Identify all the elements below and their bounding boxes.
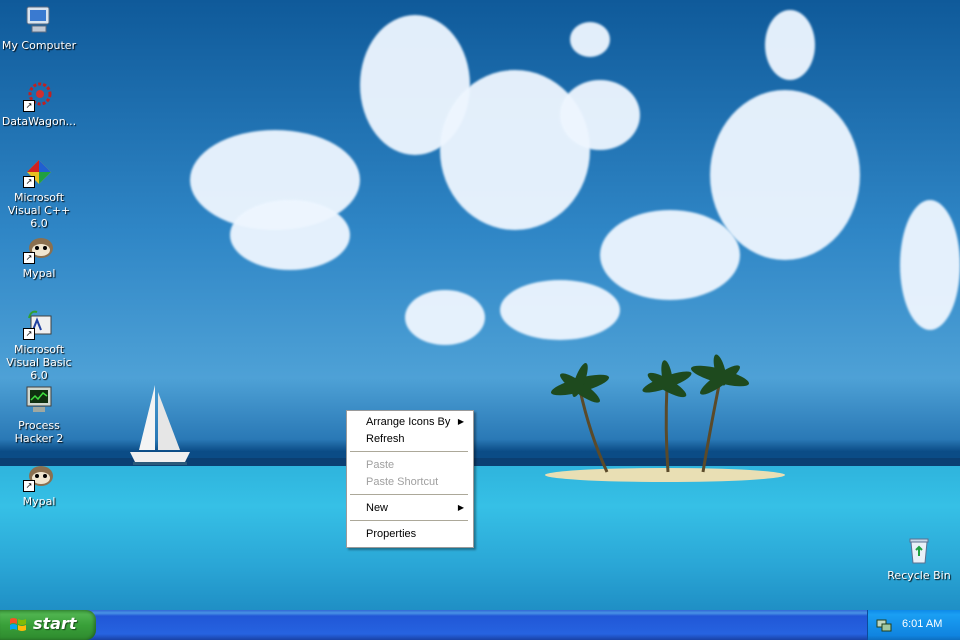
- wallpaper-cloud: [710, 90, 860, 260]
- menu-separator: [350, 520, 468, 521]
- desktop-icon-process-hacker[interactable]: Process Hacker 2: [0, 384, 78, 445]
- desktop-icon-label: DataWagon...: [1, 115, 77, 128]
- desktop-icon-label: Recycle Bin: [887, 569, 951, 582]
- wallpaper-sailboat: [130, 385, 190, 465]
- desktop[interactable]: My Computer ↗ DataWagon... ↗ Microsoft V…: [0, 0, 960, 610]
- menu-item-label: Properties: [366, 528, 417, 540]
- wallpaper-cloud: [560, 80, 640, 150]
- menu-item-label: Refresh: [366, 433, 405, 445]
- menu-item-label: Paste: [366, 459, 395, 471]
- process-hacker-icon: [23, 384, 55, 416]
- shortcut-arrow-icon: ↗: [23, 252, 35, 264]
- taskbar[interactable]: start 6:01 AM: [0, 610, 960, 640]
- menu-item-refresh[interactable]: Refresh: [349, 431, 469, 448]
- menu-item-properties[interactable]: Properties: [349, 526, 469, 543]
- wallpaper-palm-trees: [550, 354, 750, 473]
- network-tray-icon[interactable]: [876, 617, 892, 633]
- wallpaper-cloud: [900, 200, 960, 330]
- desktop-icon-my-computer[interactable]: My Computer: [0, 4, 78, 52]
- menu-item-paste-shortcut[interactable]: Paste Shortcut: [349, 474, 469, 491]
- menu-separator: [350, 451, 468, 452]
- recycle-bin-icon: [903, 534, 935, 566]
- system-tray: 6:01 AM: [867, 610, 960, 640]
- my-computer-icon: [23, 4, 55, 36]
- wallpaper-cloud: [500, 280, 620, 340]
- desktop-icon-visual-basic[interactable]: ↗ Microsoft Visual Basic 6.0: [0, 308, 78, 382]
- datawagon-icon: ↗: [23, 80, 55, 112]
- wallpaper-cloud: [570, 22, 610, 57]
- desktop-icon-label: Mypal: [22, 267, 56, 280]
- wallpaper-cloud: [405, 290, 485, 345]
- mypal-icon: ↗: [23, 460, 55, 492]
- menu-item-paste[interactable]: Paste: [349, 457, 469, 474]
- desktop-icon-mypal[interactable]: ↗ Mypal: [0, 232, 78, 280]
- shortcut-arrow-icon: ↗: [23, 328, 35, 340]
- menu-separator: [350, 494, 468, 495]
- submenu-arrow-icon: ▶: [457, 417, 464, 426]
- desktop-icon-mypal-2[interactable]: ↗ Mypal: [0, 460, 78, 508]
- desktop-icon-label: Mypal: [22, 495, 56, 508]
- visual-cpp-icon: ↗: [23, 156, 55, 188]
- windows-logo-icon: [10, 618, 26, 631]
- shortcut-arrow-icon: ↗: [23, 176, 35, 188]
- submenu-arrow-icon: ▶: [457, 503, 464, 512]
- visual-basic-icon: ↗: [23, 308, 55, 340]
- menu-item-label: Arrange Icons By: [366, 416, 451, 428]
- wallpaper-sea: [0, 458, 960, 610]
- menu-item-label: New: [366, 502, 389, 514]
- wallpaper-cloud: [765, 10, 815, 80]
- desktop-context-menu: Arrange Icons By ▶ Refresh Paste Paste S…: [346, 410, 474, 548]
- start-label: start: [33, 614, 77, 633]
- desktop-icon-label: Microsoft Visual C++ 6.0: [7, 191, 71, 230]
- menu-item-new[interactable]: New ▶: [349, 500, 469, 517]
- mypal-icon: ↗: [23, 232, 55, 264]
- start-button[interactable]: start: [0, 610, 96, 640]
- menu-item-label: Paste Shortcut: [366, 476, 439, 488]
- desktop-icon-datawagon[interactable]: ↗ DataWagon...: [0, 80, 78, 128]
- desktop-icon-label: My Computer: [1, 39, 77, 52]
- wallpaper-cloud: [600, 210, 740, 300]
- desktop-icon-visual-cpp[interactable]: ↗ Microsoft Visual C++ 6.0: [0, 156, 78, 230]
- desktop-icon-label: Microsoft Visual Basic 6.0: [6, 343, 72, 382]
- menu-item-arrange-icons-by[interactable]: Arrange Icons By ▶: [349, 414, 469, 431]
- shortcut-arrow-icon: ↗: [23, 480, 35, 492]
- wallpaper-cloud: [230, 200, 350, 270]
- desktop-icon-recycle-bin[interactable]: Recycle Bin: [880, 534, 958, 582]
- taskbar-clock[interactable]: 6:01 AM: [902, 618, 942, 630]
- desktop-icon-label: Process Hacker 2: [14, 419, 64, 445]
- shortcut-arrow-icon: ↗: [23, 100, 35, 112]
